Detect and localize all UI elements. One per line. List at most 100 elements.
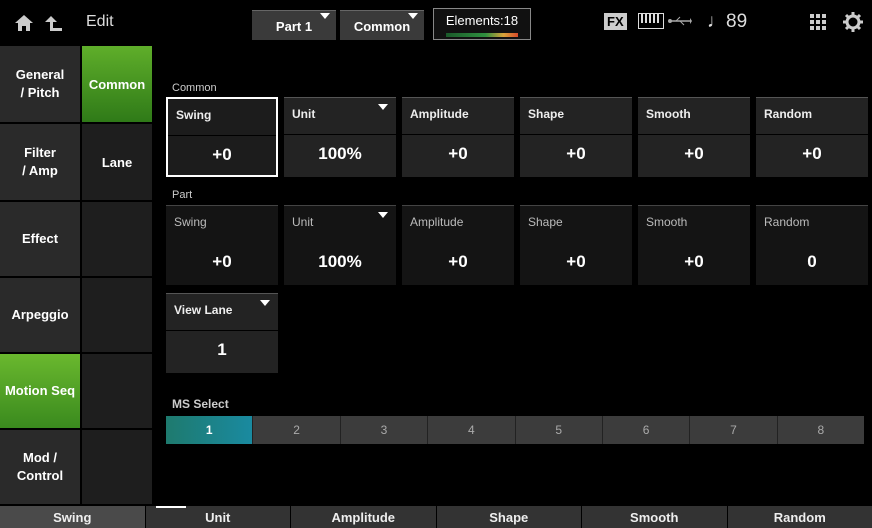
- part-random-cell[interactable]: Random 0: [756, 205, 868, 285]
- param-value: +0: [566, 144, 586, 163]
- param-name: Smooth: [646, 215, 688, 229]
- home-icon[interactable]: [14, 14, 34, 32]
- dropdown-arrow-icon: [378, 104, 388, 110]
- param-value: +0: [448, 252, 468, 271]
- param-value: 100%: [318, 252, 362, 271]
- subtab-empty: [82, 278, 152, 354]
- param-name: Unit: [292, 107, 316, 121]
- gear-icon[interactable]: [843, 12, 863, 32]
- keyboard-icon: [638, 13, 664, 29]
- common-shape-cell[interactable]: Shape +0: [520, 97, 632, 177]
- part-unit-cell[interactable]: Unit 100%: [284, 205, 396, 285]
- common-random-cell[interactable]: Random +0: [756, 97, 868, 177]
- part-swing-cell[interactable]: Swing +0: [166, 205, 278, 285]
- tab-arpeggio[interactable]: Arpeggio: [0, 278, 80, 354]
- subtab-lane[interactable]: Lane: [82, 124, 152, 202]
- grid-icon[interactable]: [810, 14, 826, 30]
- param-name: Swing: [174, 215, 207, 229]
- bottom-random-button[interactable]: Random: [727, 506, 872, 528]
- param-value: +0: [566, 252, 586, 271]
- level-meter: [446, 33, 518, 37]
- tab-motion-seq[interactable]: Motion Seq: [0, 354, 80, 430]
- divider: [520, 134, 632, 135]
- common-select-label: Common: [353, 19, 411, 34]
- up-arrow-icon[interactable]: [44, 14, 64, 32]
- part-smooth-cell[interactable]: Smooth +0: [638, 205, 750, 285]
- param-value: +0: [802, 144, 822, 163]
- divider: [402, 134, 514, 135]
- top-bar: Edit Part 1 Common Elements:18 FX ♩ 89: [0, 0, 872, 46]
- ms-select-item[interactable]: 6: [603, 416, 691, 444]
- common-select-button[interactable]: Common: [340, 10, 424, 40]
- common-section-label: Common: [172, 82, 217, 94]
- common-smooth-cell[interactable]: Smooth +0: [638, 97, 750, 177]
- divider: [168, 135, 276, 136]
- param-name: View Lane: [174, 303, 233, 317]
- param-value: +0: [212, 252, 232, 271]
- bottom-shape-button[interactable]: Shape: [436, 506, 582, 528]
- subtab-empty: [82, 354, 152, 430]
- subtab-empty: [82, 430, 152, 506]
- dropdown-arrow-icon: [408, 13, 418, 19]
- param-name: Random: [764, 107, 812, 121]
- ms-select-item[interactable]: 8: [778, 416, 864, 444]
- common-swing-cell[interactable]: Swing +0: [166, 97, 278, 177]
- param-name: Amplitude: [410, 107, 469, 121]
- part-select-label: Part 1: [275, 19, 313, 34]
- param-name: Smooth: [646, 107, 691, 121]
- param-name: Shape: [528, 107, 565, 121]
- param-name: Random: [764, 215, 810, 229]
- common-amplitude-cell[interactable]: Amplitude +0: [402, 97, 514, 177]
- param-value: +0: [684, 252, 704, 271]
- ms-select-item[interactable]: 4: [428, 416, 516, 444]
- subtab-common[interactable]: Common: [82, 46, 152, 124]
- note-icon: ♩: [707, 11, 726, 32]
- elements-label: Elements:18: [445, 13, 519, 28]
- divider: [638, 134, 750, 135]
- tab-effect[interactable]: Effect: [0, 202, 80, 278]
- part-select-button[interactable]: Part 1: [252, 10, 336, 40]
- param-value: +0: [212, 145, 232, 164]
- tab-mod-control[interactable]: Mod / Control: [0, 430, 80, 506]
- dropdown-arrow-icon: [378, 212, 388, 218]
- part-shape-cell[interactable]: Shape +0: [520, 205, 632, 285]
- elements-indicator[interactable]: Elements:18: [433, 8, 531, 40]
- bottom-smooth-button[interactable]: Smooth: [582, 506, 728, 528]
- fx-badge[interactable]: FX: [604, 13, 627, 30]
- param-value: +0: [448, 144, 468, 163]
- ms-select-item[interactable]: 3: [341, 416, 429, 444]
- param-name: Unit: [292, 215, 314, 229]
- param-value: 100%: [318, 144, 362, 163]
- bottom-swing-button[interactable]: Swing: [0, 506, 146, 528]
- param-name: Shape: [528, 215, 563, 229]
- ms-select-item[interactable]: 1: [166, 416, 254, 444]
- bottom-function-bar: Swing Unit Amplitude Shape Smooth Random: [0, 506, 872, 528]
- part-amplitude-cell[interactable]: Amplitude +0: [402, 205, 514, 285]
- tempo-value[interactable]: 89: [726, 11, 747, 33]
- view-lane-cell[interactable]: View Lane 1: [166, 293, 278, 373]
- dropdown-arrow-icon: [260, 300, 270, 306]
- tab-general-pitch[interactable]: General / Pitch: [0, 46, 80, 124]
- divider: [284, 134, 396, 135]
- param-name: Amplitude: [410, 215, 464, 229]
- ms-select-item[interactable]: 5: [516, 416, 603, 444]
- bottom-amplitude-button[interactable]: Amplitude: [291, 506, 437, 528]
- page-title: Edit: [86, 13, 114, 30]
- param-value: 1: [217, 340, 227, 359]
- common-unit-cell[interactable]: Unit 100%: [284, 97, 396, 177]
- ms-select-item[interactable]: 2: [253, 416, 341, 444]
- part-section-label: Part: [172, 189, 193, 201]
- divider: [166, 330, 278, 331]
- tab-filter-amp[interactable]: Filter / Amp: [0, 124, 80, 202]
- ms-select-item[interactable]: 7: [690, 416, 778, 444]
- divider: [756, 134, 868, 135]
- usb-icon: [668, 16, 692, 26]
- ms-select-label: MS Select: [172, 397, 229, 411]
- bottom-unit-button[interactable]: Unit: [145, 506, 291, 528]
- ms-select-strip: 1 2 3 4 5 6 7 8: [166, 416, 864, 444]
- param-value: 0: [807, 252, 817, 271]
- param-name: Swing: [176, 108, 212, 122]
- dropdown-arrow-icon: [320, 13, 330, 19]
- subtab-empty: [82, 202, 152, 278]
- param-value: +0: [684, 144, 704, 163]
